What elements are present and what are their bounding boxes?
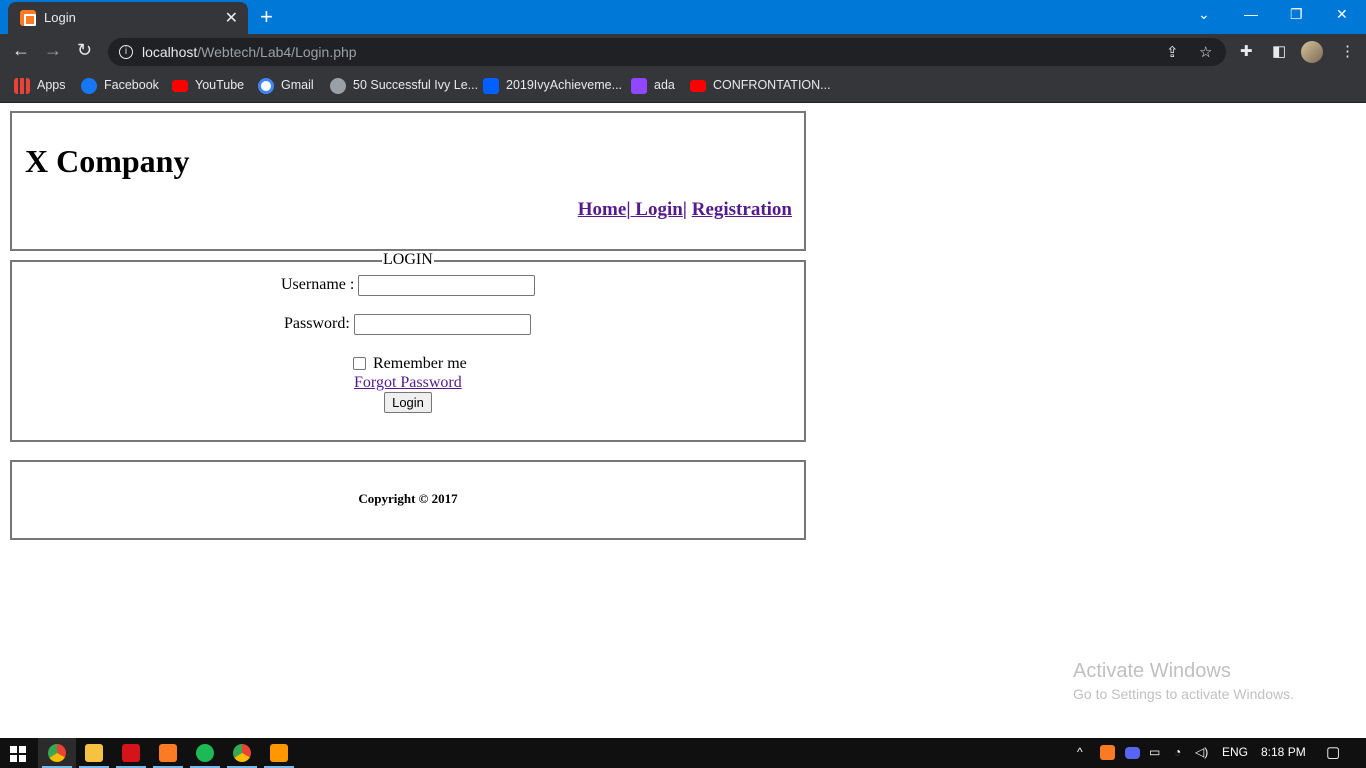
forgot-password-link[interactable]: Forgot Password	[354, 374, 462, 392]
acrobat-icon	[122, 744, 140, 762]
xampp-icon	[159, 744, 177, 762]
page-content: X Company Home| Login| Registration LOGI…	[0, 103, 1366, 738]
xampp-favicon-icon	[20, 10, 36, 26]
tray-xampp-icon[interactable]	[1100, 745, 1115, 760]
tab-title: Login	[44, 10, 76, 25]
taskbar-file-explorer[interactable]	[75, 738, 113, 768]
site-info-icon[interactable]: i	[119, 45, 133, 59]
globe-icon	[330, 78, 346, 94]
login-button[interactable]: Login	[384, 392, 432, 413]
password-label: Password:	[284, 315, 350, 332]
battery-icon[interactable]: ▭	[1149, 745, 1160, 759]
login-fieldset: LOGIN Username : Password: Remember me F…	[10, 251, 806, 442]
minimize-icon[interactable]: —	[1244, 6, 1258, 22]
reload-icon[interactable]: ↻	[77, 40, 92, 61]
nav-home-link[interactable]: Home	[578, 199, 627, 220]
youtube-icon	[690, 80, 706, 92]
menu-kebab-icon[interactable]: ⋮	[1340, 42, 1355, 60]
dropbox-icon	[483, 78, 499, 94]
remember-me-label: Remember me	[373, 355, 467, 372]
back-arrow-icon[interactable]: ←	[12, 40, 30, 61]
forward-arrow-icon[interactable]: →	[44, 40, 62, 61]
taskbar-sublime[interactable]	[260, 738, 298, 768]
footer-section: Copyright © 2017	[10, 460, 806, 540]
taskbar-chrome[interactable]	[38, 738, 76, 768]
nav-login-link[interactable]: Login	[631, 199, 683, 220]
chrome-icon	[233, 744, 251, 762]
restore-icon[interactable]: ❐	[1290, 6, 1303, 23]
nav-registration-link[interactable]: Registration	[692, 199, 792, 220]
tray-overflow-chevron-icon[interactable]: ^	[1077, 745, 1083, 759]
new-tab-icon[interactable]: +	[260, 4, 273, 30]
share-icon[interactable]: ⇪	[1166, 43, 1179, 61]
folder-icon	[85, 744, 103, 762]
activate-windows-subtitle: Go to Settings to activate Windows.	[1073, 686, 1294, 702]
browser-toolbar: ← → ↻ i localhost/Webtech/Lab4/Login.php…	[0, 34, 1366, 70]
sublime-icon	[270, 744, 288, 762]
close-tab-icon[interactable]: ✕	[225, 8, 238, 28]
address-bar[interactable]: i localhost/Webtech/Lab4/Login.php ⇪ ☆	[108, 38, 1226, 66]
spotify-icon	[196, 744, 214, 762]
taskbar-spotify[interactable]	[186, 738, 224, 768]
twitch-icon	[631, 78, 647, 94]
windows-start-icon[interactable]	[10, 746, 26, 762]
taskbar-acrobat[interactable]	[112, 738, 150, 768]
language-indicator[interactable]: ENG	[1222, 745, 1248, 759]
tab-search-icon[interactable]: ⌄	[1198, 6, 1210, 23]
tray-discord-icon[interactable]	[1125, 747, 1140, 759]
bookmark-star-icon[interactable]: ☆	[1199, 43, 1212, 61]
password-input[interactable]	[354, 314, 531, 335]
login-legend: LOGIN	[382, 251, 434, 269]
volume-icon[interactable]: ◁)	[1195, 745, 1208, 759]
nav-separator: |	[682, 199, 687, 220]
facebook-icon	[81, 78, 97, 94]
browser-tab-bar: Login ✕ + ⌄ — ❐ ✕	[0, 0, 1366, 34]
taskbar-xampp[interactable]	[149, 738, 187, 768]
notifications-icon[interactable]: ▢	[1326, 743, 1340, 761]
username-label: Username :	[281, 276, 355, 293]
browser-tab[interactable]: Login ✕	[8, 2, 248, 34]
google-icon	[258, 78, 274, 94]
windows-taskbar: ^ ▭ ◔ ◁) ENG 8:18 PM ▢	[0, 738, 1366, 768]
chrome-icon	[48, 744, 66, 762]
profile-avatar[interactable]	[1301, 41, 1323, 63]
extensions-puzzle-icon[interactable]: ✚	[1240, 42, 1253, 60]
remember-me-checkbox[interactable]	[353, 357, 366, 370]
copyright-text: Copyright © 2017	[358, 491, 458, 506]
side-panel-icon[interactable]: ◧	[1272, 42, 1286, 60]
bookmarks-bar: Apps Facebook YouTube Gmail 50 Successfu…	[0, 70, 1366, 103]
youtube-icon	[172, 80, 188, 92]
activate-windows-title: Activate Windows	[1073, 660, 1231, 682]
close-window-icon[interactable]: ✕	[1336, 6, 1348, 23]
taskbar-chrome-2[interactable]	[223, 738, 261, 768]
username-input[interactable]	[358, 275, 535, 296]
wifi-icon[interactable]: ◔	[1174, 745, 1181, 759]
apps-grid-icon	[14, 78, 30, 94]
clock-time[interactable]: 8:18 PM	[1261, 745, 1306, 759]
header-section: X Company Home| Login| Registration	[10, 111, 806, 251]
company-title: X Company	[25, 143, 190, 179]
url-text: localhost/Webtech/Lab4/Login.php	[142, 44, 357, 60]
nav-links: Home| Login| Registration	[578, 199, 792, 221]
